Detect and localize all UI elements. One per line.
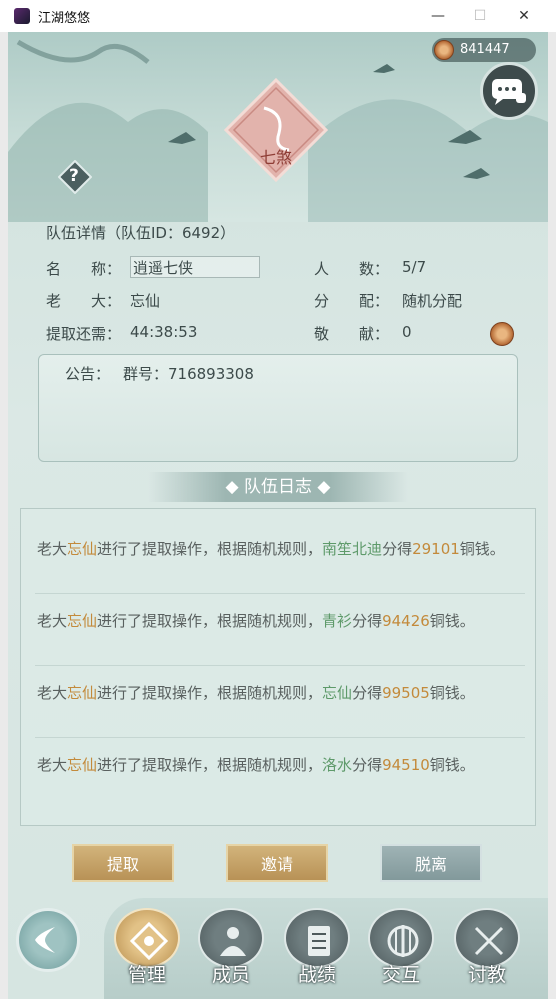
member-count-value: 5/7 — [402, 258, 427, 276]
coin-icon — [434, 40, 454, 60]
members-icon — [220, 927, 246, 956]
nav-challenge[interactable] — [454, 908, 520, 968]
leader-label: 老 大： — [46, 292, 122, 310]
team-name-field[interactable]: 逍遥七侠 — [130, 256, 260, 278]
team-log-panel: 老大忘仙进行了提取操作，根据随机规则，南笙北迪分得29101铜钱。 老大忘仙进行… — [20, 508, 536, 826]
invite-button[interactable]: 邀请 — [226, 844, 328, 882]
chat-button[interactable] — [480, 62, 538, 120]
log-separator — [35, 593, 525, 594]
minimize-button[interactable]: — — [418, 4, 458, 28]
contribution-label: 敬 献： — [314, 325, 390, 343]
log-entry: 老大忘仙进行了提取操作，根据随机规则，忘仙分得99505铜钱。 — [37, 684, 475, 702]
nav-members[interactable] — [198, 908, 264, 968]
nav-record[interactable] — [284, 908, 350, 968]
nav-interact[interactable] — [368, 908, 434, 968]
extract-time-value: 44:38:53 — [130, 323, 198, 341]
notice-text: 群号：716893308 — [123, 365, 254, 383]
notice-board: 公告： 群号：716893308 — [38, 354, 518, 462]
nav-manage-label: 管理 — [127, 964, 166, 986]
log-separator — [35, 737, 525, 738]
log-separator — [35, 665, 525, 666]
extract-time-label: 提取还需： — [46, 325, 122, 343]
coin-amount: 841447 — [460, 42, 510, 57]
team-log-title: ◆ 队伍日志 ◆ — [148, 472, 408, 502]
challenge-icon — [474, 926, 504, 956]
nav-challenge-label: 讨教 — [467, 964, 506, 986]
nav-record-label: 战绩 — [297, 964, 336, 986]
member-count-label: 人 数： — [314, 260, 390, 278]
distribution-label: 分 配： — [314, 292, 390, 310]
close-button[interactable]: ✕ — [504, 4, 544, 28]
leave-button[interactable]: 脱离 — [380, 844, 482, 882]
chat-bubble-icon — [492, 79, 526, 105]
extract-button[interactable]: 提取 — [72, 844, 174, 882]
coin-balance: 841447 — [432, 38, 536, 62]
window-title: 江湖悠悠 — [38, 11, 91, 26]
contribute-coin-button[interactable] — [490, 322, 514, 346]
help-button[interactable]: ? — [57, 159, 93, 195]
game-viewport: 841447 ? 七煞 队伍详情（队伍ID：6492） 名 称： 逍遥七侠 老 … — [8, 32, 548, 999]
interact-icon — [387, 925, 419, 957]
background-edge-left — [0, 32, 8, 999]
nav-members-label: 成员 — [211, 964, 250, 986]
notice-label: 公告： — [65, 365, 111, 383]
app-icon — [14, 8, 30, 24]
nav-manage[interactable] — [114, 908, 180, 968]
back-arrow-icon — [35, 927, 55, 953]
emblem-text: 七煞 — [260, 148, 293, 167]
contribution-value: 0 — [402, 323, 412, 341]
team-details-title: 队伍详情（队伍ID：6492） — [46, 224, 236, 242]
background-edge-right — [548, 32, 556, 999]
leader-value: 忘仙 — [130, 292, 161, 310]
log-entry: 老大忘仙进行了提取操作，根据随机规则，青衫分得94426铜钱。 — [37, 612, 475, 630]
help-label: ? — [69, 166, 79, 186]
maximize-button[interactable]: ☐ — [460, 4, 500, 28]
record-icon — [308, 926, 330, 956]
manage-icon — [130, 922, 168, 960]
name-label: 名 称： — [46, 260, 122, 278]
log-entry: 老大忘仙进行了提取操作，根据随机规则，南笙北迪分得29101铜钱。 — [37, 540, 505, 558]
window-titlebar: 江湖悠悠 — ☐ ✕ — [0, 0, 556, 33]
distribution-value: 随机分配 — [402, 292, 463, 310]
nav-interact-label: 交互 — [381, 964, 420, 986]
team-emblem: 七煞 — [223, 77, 329, 183]
log-entry: 老大忘仙进行了提取操作，根据随机规则，洛水分得94510铜钱。 — [37, 756, 475, 774]
back-button[interactable] — [16, 908, 80, 972]
